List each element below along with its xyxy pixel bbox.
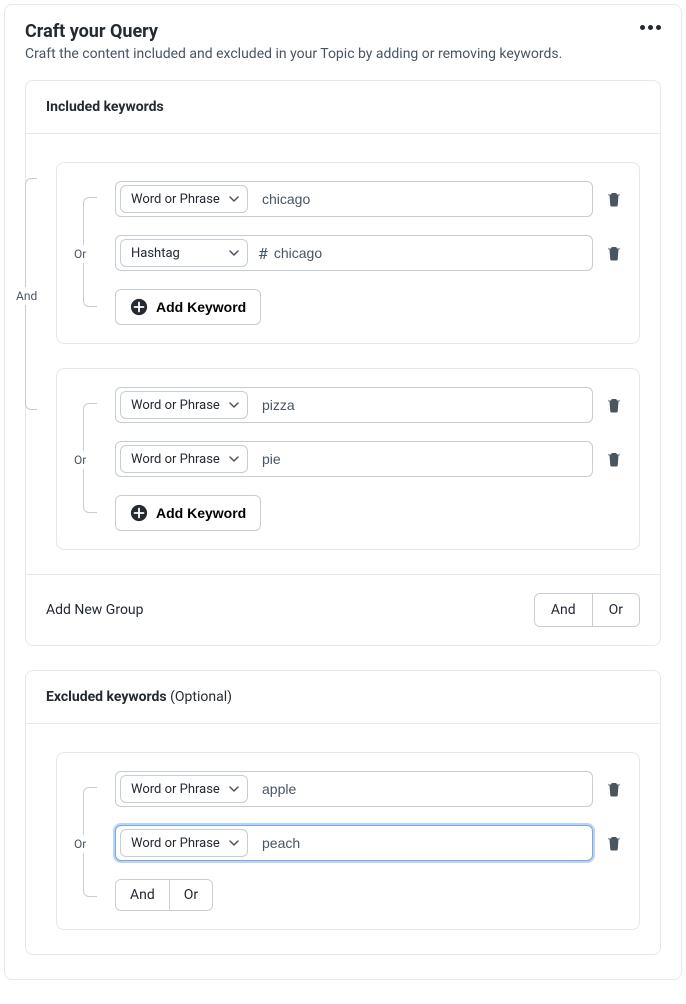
and-operator-label: And: [16, 287, 37, 305]
keyword-type-select[interactable]: Word or Phrase: [120, 445, 248, 473]
add-keyword-label: Add Keyword: [156, 299, 246, 315]
chevron-down-icon: [229, 454, 239, 464]
query-builder: Craft your Query Craft the content inclu…: [4, 4, 682, 980]
excluded-body: Or Word or Phrase: [26, 724, 660, 954]
add-group-row: Add New Group And Or: [26, 574, 660, 645]
row-and-button[interactable]: And: [116, 880, 169, 910]
page-header: Craft your Query Craft the content inclu…: [5, 5, 681, 80]
excluded-title: Excluded keywords (Optional): [26, 671, 660, 724]
keyword-input-wrapper: Word or Phrase: [115, 181, 593, 217]
delete-keyword-button[interactable]: [605, 244, 623, 262]
delete-keyword-button[interactable]: [605, 396, 623, 414]
keyword-group: Or Word or Phrase: [56, 162, 640, 344]
keyword-row: Word or Phrase: [115, 387, 623, 423]
row-operator-buttons: And Or: [115, 879, 213, 911]
keyword-type-label: Word or Phrase: [131, 398, 220, 413]
keyword-type-label: Word or Phrase: [131, 452, 220, 467]
keyword-type-select[interactable]: Word or Phrase: [120, 775, 248, 803]
keyword-row: Word or Phrase: [115, 825, 623, 861]
keyword-row: Word or Phrase: [115, 771, 623, 807]
delete-keyword-button[interactable]: [605, 834, 623, 852]
keyword-type-label: Word or Phrase: [131, 836, 220, 851]
delete-keyword-button[interactable]: [605, 780, 623, 798]
keyword-input-wrapper: Word or Phrase: [115, 771, 593, 807]
chevron-down-icon: [229, 838, 239, 848]
keyword-type-select[interactable]: Word or Phrase: [120, 185, 248, 213]
optional-label: (Optional): [170, 689, 232, 705]
included-body: And Or Word or Phrase: [26, 134, 660, 574]
keyword-input[interactable]: [252, 397, 592, 413]
or-operator-label: Or: [74, 245, 86, 263]
chevron-down-icon: [229, 400, 239, 410]
keyword-row: Word or Phrase: [115, 441, 623, 477]
delete-keyword-button[interactable]: [605, 190, 623, 208]
keyword-type-label: Hashtag: [131, 246, 180, 261]
row-or-button[interactable]: Or: [169, 880, 212, 910]
delete-keyword-button[interactable]: [605, 450, 623, 468]
add-new-group-label: Add New Group: [46, 602, 144, 618]
add-keyword-button[interactable]: Add Keyword: [115, 495, 261, 531]
page-subtitle: Craft the content included and excluded …: [25, 46, 562, 62]
add-group-or-button[interactable]: Or: [592, 594, 639, 626]
keyword-input[interactable]: [270, 245, 592, 261]
add-group-operator-buttons: And Or: [534, 593, 640, 627]
keyword-type-label: Word or Phrase: [131, 192, 220, 207]
keyword-group: Or Word or Phrase: [56, 752, 640, 930]
keyword-input-wrapper: Word or Phrase: [115, 387, 593, 423]
keyword-input-wrapper: Hashtag #: [115, 235, 593, 271]
add-group-and-button[interactable]: And: [535, 594, 592, 626]
add-keyword-label: Add Keyword: [156, 505, 246, 521]
or-operator-label: Or: [74, 835, 86, 853]
chevron-down-icon: [229, 194, 239, 204]
plus-circle-icon: [130, 504, 148, 522]
chevron-down-icon: [229, 248, 239, 258]
included-section: Included keywords And Or Word or Phrase: [25, 80, 661, 646]
keyword-type-select[interactable]: Word or Phrase: [120, 829, 248, 857]
keyword-input-wrapper: Word or Phrase: [115, 441, 593, 477]
keyword-input[interactable]: [252, 191, 592, 207]
keyword-input[interactable]: [252, 781, 592, 797]
or-operator-label: Or: [74, 451, 86, 469]
add-keyword-button[interactable]: Add Keyword: [115, 289, 261, 325]
hashtag-icon: #: [252, 244, 270, 263]
more-menu-button[interactable]: [640, 21, 661, 30]
excluded-section: Excluded keywords (Optional) Or Word or …: [25, 670, 661, 955]
keyword-input[interactable]: [252, 835, 592, 851]
keyword-type-label: Word or Phrase: [131, 782, 220, 797]
page-title: Craft your Query: [25, 21, 562, 42]
keyword-input-wrapper: Word or Phrase: [115, 825, 593, 861]
plus-circle-icon: [130, 298, 148, 316]
chevron-down-icon: [229, 784, 239, 794]
keyword-type-select[interactable]: Word or Phrase: [120, 391, 248, 419]
keyword-row: Hashtag #: [115, 235, 623, 271]
keyword-group: Or Word or Phrase: [56, 368, 640, 550]
keyword-input[interactable]: [252, 451, 592, 467]
included-title: Included keywords: [26, 81, 660, 134]
keyword-row: Word or Phrase: [115, 181, 623, 217]
keyword-type-select[interactable]: Hashtag: [120, 239, 248, 267]
